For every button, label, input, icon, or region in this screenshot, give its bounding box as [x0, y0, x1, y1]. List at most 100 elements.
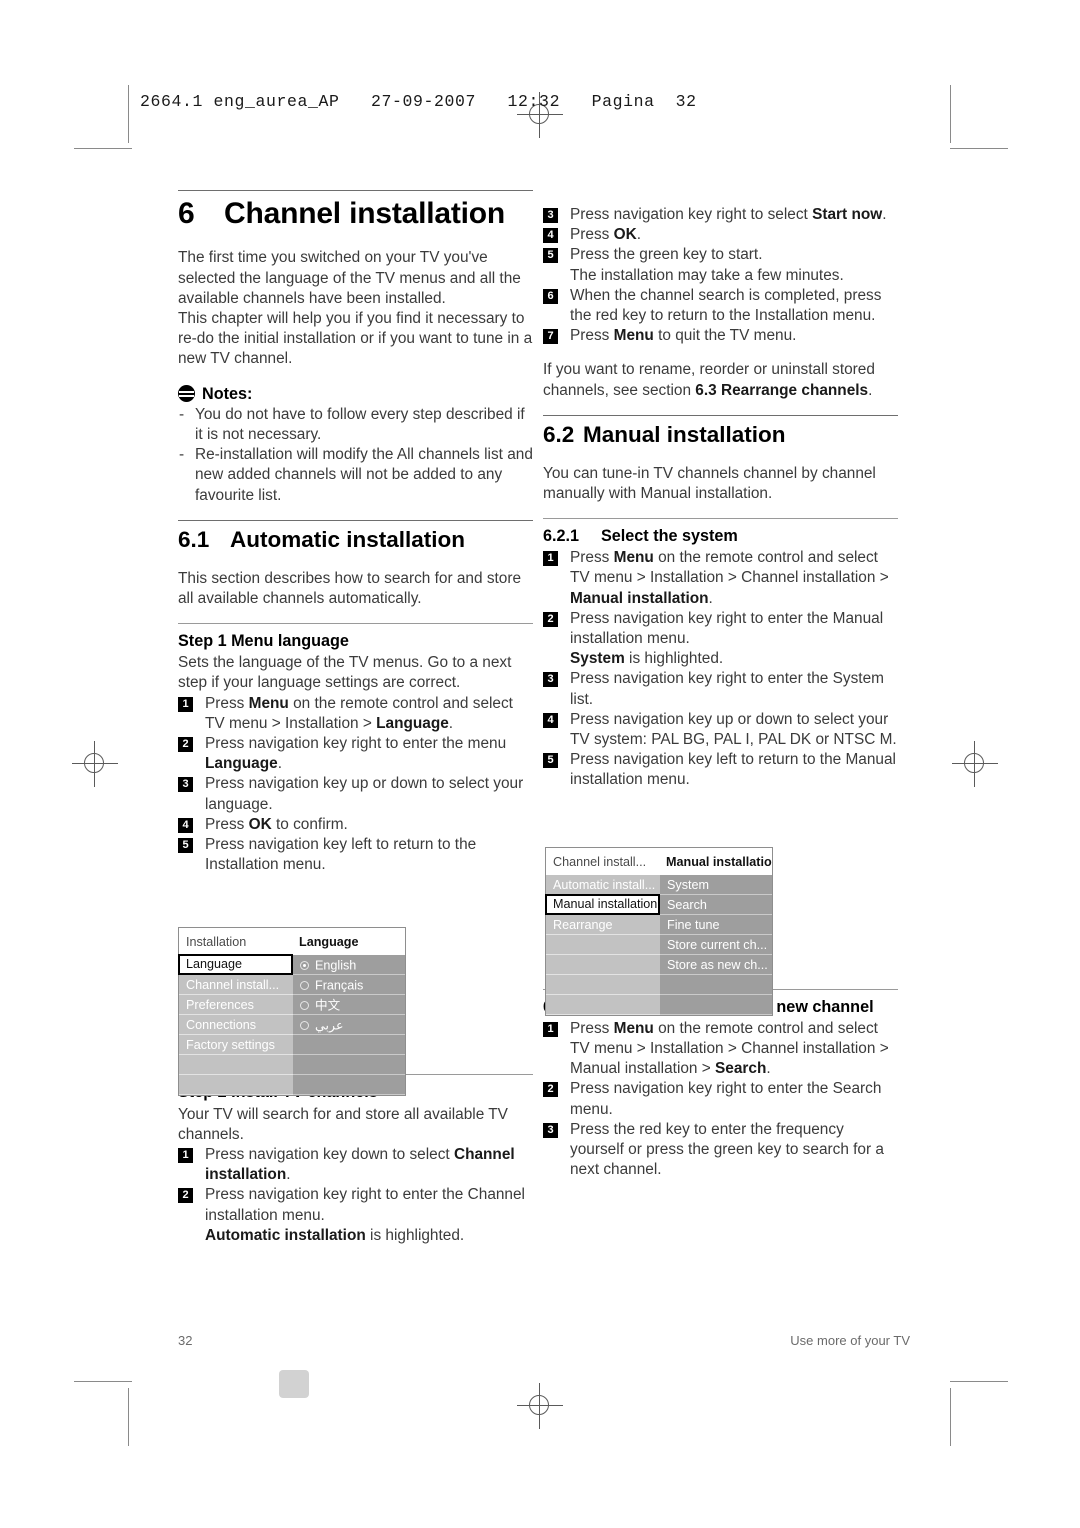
- list-item: 6 When the channel search is completed, …: [543, 286, 898, 326]
- section-62-rule: [543, 414, 898, 416]
- manual-option-empty: [660, 995, 772, 1015]
- language-option-arabic[interactable]: عربي: [293, 1015, 405, 1035]
- menu-item-empty: [179, 1075, 293, 1095]
- menu-item-connections[interactable]: Connections: [179, 1015, 293, 1035]
- step-subline-post: is highlighted.: [624, 650, 724, 668]
- step-subline: Automatic installation is highlighted.: [205, 1226, 533, 1246]
- manual-option-fine-tune[interactable]: Fine tune: [660, 915, 772, 935]
- list-item: 2 Press navigation key right to enter th…: [543, 1079, 898, 1119]
- section-621-heading: 6.2.1 Select the system: [543, 526, 898, 546]
- step-subline-bold: Search: [715, 1060, 767, 1078]
- menu-item-factory-settings[interactable]: Factory settings: [179, 1035, 293, 1055]
- list-item: 1 Press navigation key down to select Ch…: [178, 1145, 533, 1185]
- step-number: 3: [543, 672, 558, 688]
- step-text-pre: Press navigation key right to select: [570, 206, 813, 223]
- step-subline-pre: TV menu > Installation >: [205, 714, 377, 732]
- step-number: 3: [178, 777, 193, 793]
- step-text-post: .: [882, 206, 887, 223]
- step-2-intro: Your TV will search for and store all av…: [178, 1105, 508, 1143]
- step-subline-post: .: [708, 589, 713, 607]
- language-option-chinese[interactable]: 中文: [293, 995, 405, 1015]
- step-subline-pre: Manual installation >: [570, 1060, 716, 1078]
- registration-mark-bottom: [517, 1383, 563, 1429]
- step-text-pre: Press: [205, 694, 249, 712]
- section-621-rule: [543, 517, 898, 519]
- tv-menu-language-left-column: Language Channel install... Preferences …: [178, 954, 293, 1095]
- step-text-pre: Press the green key to start.: [570, 246, 763, 264]
- note-icon: [178, 385, 195, 403]
- tv-menu-manual-right-column: System Search Fine tune Store current ch…: [660, 875, 772, 1015]
- step-text-bold: Menu: [613, 549, 654, 567]
- step-text-post: on the remote control and select: [288, 694, 513, 712]
- menu-item-language[interactable]: Language: [178, 954, 293, 975]
- radio-icon[interactable]: [300, 1021, 309, 1031]
- chapter-rule: [178, 190, 533, 191]
- language-option-label: 中文: [315, 998, 341, 1013]
- list-item: 2 Press navigation key right to enter th…: [178, 734, 533, 774]
- section-621-title: Select the system: [601, 526, 738, 545]
- step-subline-bold: Language: [205, 755, 278, 773]
- list-item: 3 Press navigation key up or down to sel…: [178, 774, 533, 814]
- tv-menu-language-titlebar: Installation Language: [179, 928, 405, 955]
- section-62-heading: 6.2 Manual installation: [543, 421, 898, 448]
- step-text-pre: Press navigation key left to return to t…: [205, 836, 477, 874]
- manual-option-system[interactable]: System: [660, 875, 772, 895]
- notes-heading: Notes:: [178, 384, 533, 404]
- step-subline: System is highlighted.: [570, 649, 898, 669]
- radio-icon[interactable]: [300, 961, 309, 971]
- step-number: 5: [178, 838, 193, 854]
- language-option-francais[interactable]: Français: [293, 975, 405, 995]
- step-text-pre: Press navigation key right to enter the …: [570, 670, 884, 708]
- step-number: 2: [543, 611, 558, 627]
- list-item: 2 Press navigation key right to enter th…: [178, 1185, 533, 1246]
- menu-item-manual-installation[interactable]: Manual installation: [545, 894, 660, 915]
- list-item: 1 Press Menu on the remote control and s…: [178, 694, 533, 734]
- step-text-pre: Press navigation key right to enter the …: [570, 1080, 882, 1118]
- list-item: 1 Press Menu on the remote control and s…: [543, 548, 898, 609]
- step-text-post: to quit the TV menu.: [653, 327, 797, 345]
- step-subline-bold: Language: [376, 714, 449, 732]
- step-subline: Language.: [205, 754, 533, 774]
- manual-option-store-current[interactable]: Store current ch...: [660, 935, 772, 955]
- menu-item-rearrange[interactable]: Rearrange: [546, 915, 660, 935]
- step-text-pre: Press navigation key right to enter the …: [205, 1186, 525, 1224]
- step-text-bold: Menu: [613, 327, 654, 345]
- list-item: 1 Press Menu on the remote control and s…: [543, 1019, 898, 1080]
- step-text-pre: Press navigation key up or down to selec…: [205, 775, 524, 813]
- step-text-post: .: [286, 1166, 291, 1184]
- list-item: 3 Press navigation key right to select S…: [543, 205, 898, 225]
- list-item: 5 Press navigation key left to return to…: [543, 750, 898, 790]
- tv-menu-manual-title-right: Manual installation: [666, 854, 772, 869]
- tv-menu-language: Installation Language Language Channel i…: [178, 927, 406, 1096]
- step-text-bold: Start now: [812, 206, 883, 223]
- menu-item-empty: [546, 935, 660, 955]
- radio-icon[interactable]: [300, 1001, 309, 1011]
- section-62-number: 6.2: [543, 421, 575, 447]
- step-subline-bold: Manual installation: [570, 589, 709, 607]
- step-subline-bold: System: [570, 650, 625, 668]
- manual-option-search[interactable]: Search: [660, 895, 772, 915]
- menu-item-automatic-install[interactable]: Automatic install...: [546, 875, 660, 895]
- menu-item-channel-install[interactable]: Channel install...: [179, 975, 293, 995]
- tv-menu-language-title-right: Language: [299, 934, 359, 949]
- menu-item-preferences[interactable]: Preferences: [179, 995, 293, 1015]
- step-text-bold: Menu: [613, 1019, 654, 1037]
- step-number: 1: [543, 551, 558, 567]
- step-1-intro: Sets the language of the TV menus. Go to…: [178, 654, 512, 692]
- crop-mark-bottom-right-v: [950, 1388, 951, 1446]
- step-subline: TV menu > Installation > Channel install…: [570, 569, 889, 587]
- language-option-empty: [293, 1075, 405, 1095]
- list-item: 4 Press OK.: [543, 225, 898, 245]
- tv-menu-manual-left-column: Automatic install... Manual installation…: [545, 875, 660, 1015]
- step-1-rule: [178, 622, 533, 624]
- list-item: Re-installation will modify the All chan…: [178, 445, 533, 506]
- list-item: 2 Press navigation key right to enter th…: [543, 609, 898, 670]
- language-option-english[interactable]: English: [293, 955, 405, 975]
- manual-option-store-as-new[interactable]: Store as new ch...: [660, 955, 772, 975]
- step-text-post: on the remote control and select: [653, 549, 878, 567]
- rearrange-note: If you want to rename, reorder or uninst…: [543, 360, 898, 400]
- step-text-pre: Press navigation key right to enter the …: [205, 735, 507, 752]
- list-item: 3 Press the red key to enter the frequen…: [543, 1120, 898, 1181]
- radio-icon[interactable]: [300, 981, 309, 991]
- tv-menu-language-right-column: English Français 中文 عربي: [293, 955, 405, 1095]
